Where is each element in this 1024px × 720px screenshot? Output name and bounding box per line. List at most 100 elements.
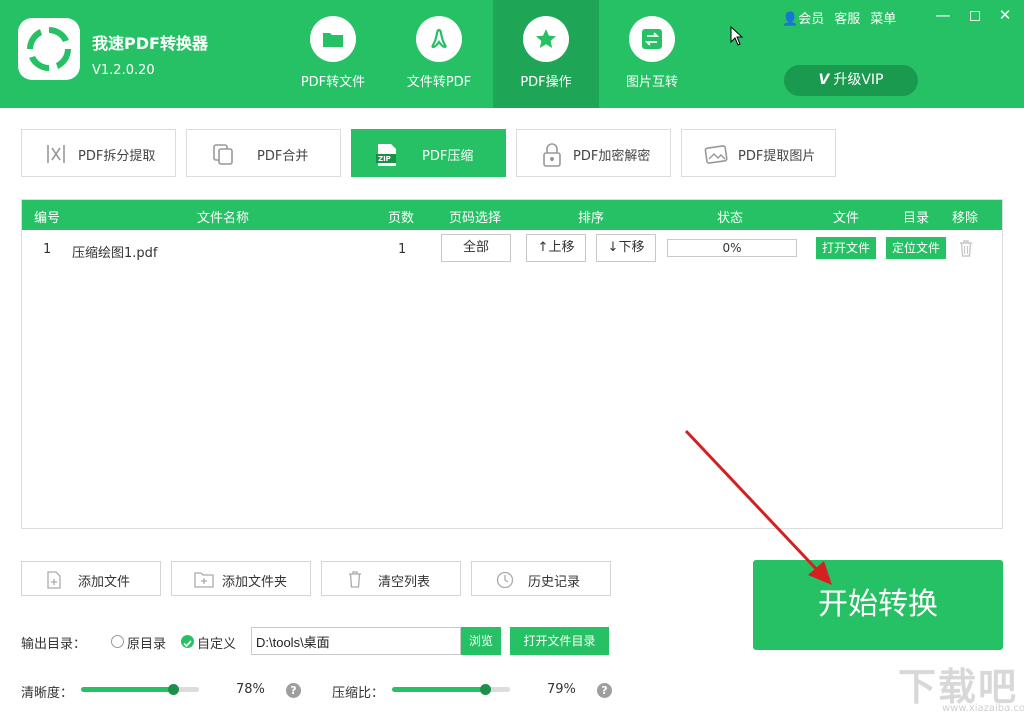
close-icon[interactable]: ✕ (996, 6, 1014, 24)
watermark-url: www.xiazaiba.com (942, 703, 1024, 714)
add-file-button[interactable]: 添加文件 (21, 561, 161, 596)
radio-original-dir[interactable] (111, 635, 124, 648)
app-title: 我速PDF转换器 (92, 34, 208, 53)
star-icon (523, 16, 569, 62)
merge-icon (213, 144, 233, 165)
compression-label: 压缩比： (332, 686, 385, 701)
swap-icon (629, 16, 675, 62)
minimize-icon[interactable]: — (934, 6, 952, 24)
tab-label: PDF操作 (520, 75, 572, 90)
upgrade-vip-button[interactable]: V 升级VIP (784, 65, 918, 96)
col-index: 编号 (34, 211, 61, 226)
tool-label: PDF提取图片 (738, 149, 816, 164)
col-remove: 移除 (952, 211, 979, 226)
zip-icon-text: ZIP (378, 155, 391, 163)
folder-icon (310, 16, 356, 62)
tool-pdf-split[interactable]: PDF拆分提取 (21, 129, 176, 177)
clock-icon (496, 571, 514, 589)
clear-list-button[interactable]: 清空列表 (321, 561, 461, 596)
file-table: 编号 文件名称 页数 页码选择 排序 状态 文件 目录 移除 1 压缩绘图1.p… (21, 199, 1003, 529)
vip-badge: V (818, 72, 830, 88)
move-up-button[interactable]: ↑上移 (526, 234, 586, 262)
member-link[interactable]: 👤会员 (782, 8, 824, 27)
action-label: 添加文件 (78, 575, 131, 590)
table-row: 1 压缩绘图1.pdf 1 全部 ↑上移 ↓下移 0% 打开文件 定位文件 (22, 230, 1002, 270)
member-label: 会员 (798, 12, 825, 27)
col-pages: 页数 (388, 211, 415, 226)
add-file-icon (47, 571, 61, 589)
clarity-slider[interactable] (81, 684, 199, 695)
status-progress: 0% (667, 239, 797, 257)
history-button[interactable]: 历史记录 (471, 561, 611, 596)
tool-pdf-merge[interactable]: PDF合并 (186, 129, 341, 177)
action-label: 历史记录 (528, 575, 581, 590)
add-folder-button[interactable]: 添加文件夹 (171, 561, 311, 596)
tab-pdf-operations[interactable]: PDF操作 (493, 0, 599, 108)
site-watermark: 下载吧 www.xiazaiba.com (898, 656, 1024, 718)
radio-custom-dir[interactable] (181, 635, 194, 648)
trash-icon[interactable] (959, 240, 973, 257)
red-arrow-annotation (684, 429, 832, 585)
row-filename: 压缩绘图1.pdf (72, 246, 158, 261)
service-link[interactable]: 客服 (834, 8, 860, 27)
action-label: 添加文件夹 (222, 575, 288, 590)
tool-label: PDF加密解密 (573, 149, 651, 164)
slider-fill (81, 687, 174, 692)
tool-label: PDF拆分提取 (78, 149, 156, 164)
tab-pdf-to-file[interactable]: PDF转文件 (280, 0, 386, 108)
tab-label: 图片互转 (625, 75, 678, 90)
tab-label: 文件转PDF (406, 75, 472, 90)
locate-file-button[interactable]: 定位文件 (886, 237, 946, 259)
acrobat-icon (416, 16, 462, 62)
split-icon (47, 145, 65, 163)
open-file-button[interactable]: 打开文件 (816, 237, 876, 259)
slider-handle[interactable] (168, 684, 180, 695)
browse-button[interactable]: 浏览 (461, 627, 501, 655)
table-header: 编号 文件名称 页数 页码选择 排序 状态 文件 目录 移除 (22, 200, 1002, 230)
col-order: 排序 (578, 211, 605, 226)
col-folder: 目录 (903, 211, 930, 226)
tab-image-convert[interactable]: 图片互转 (599, 0, 705, 108)
col-status: 状态 (717, 211, 744, 226)
clarity-label: 清晰度： (21, 686, 74, 701)
clarity-value: 78% (236, 682, 265, 697)
app-logo (18, 18, 80, 80)
help-icon[interactable]: ? (597, 683, 612, 698)
compression-value: 79% (547, 682, 576, 697)
help-icon[interactable]: ? (286, 683, 301, 698)
tab-file-to-pdf[interactable]: 文件转PDF (386, 0, 492, 108)
tool-pdf-compress[interactable]: ZIP PDF压缩 (351, 129, 506, 177)
check-icon (183, 640, 192, 648)
open-output-folder-button[interactable]: 打开文件目录 (510, 627, 609, 655)
col-page-select: 页码选择 (449, 211, 502, 226)
tab-label: PDF转文件 (300, 75, 366, 90)
tool-pdf-extract-images[interactable]: PDF提取图片 (681, 129, 836, 177)
tool-label: PDF合并 (257, 149, 309, 164)
top-links: 👤会员 客服 菜单 (782, 8, 896, 27)
slider-handle[interactable] (480, 684, 492, 695)
output-path-input[interactable] (251, 627, 461, 655)
compression-slider[interactable] (392, 684, 510, 695)
trash-icon (349, 571, 361, 588)
col-filename: 文件名称 (197, 211, 250, 226)
move-down-button[interactable]: ↓下移 (596, 234, 656, 262)
maximize-icon[interactable]: ◻ (966, 6, 984, 24)
add-folder-icon (194, 572, 214, 588)
tool-pdf-encrypt[interactable]: PDF加密解密 (516, 129, 671, 177)
app-version: V1.2.0.20 (92, 63, 155, 78)
vip-label: 升级VIP (833, 72, 884, 88)
header-bar: 我速PDF转换器 V1.2.0.20 PDF转文件 文件转PDF PDF操作 图… (0, 0, 1024, 108)
tool-label: PDF压缩 (422, 149, 474, 164)
radio-original-label: 原目录 (127, 637, 167, 652)
output-dir-label: 输出目录： (21, 637, 87, 652)
row-index: 1 (43, 242, 52, 257)
page-select-button[interactable]: 全部 (441, 234, 511, 262)
slider-fill (392, 687, 486, 692)
col-file: 文件 (833, 211, 860, 226)
action-label: 清空列表 (378, 575, 431, 590)
menu-link[interactable]: 菜单 (870, 8, 896, 27)
row-pages: 1 (398, 242, 407, 257)
image-icon (704, 145, 728, 164)
mouse-cursor-icon (730, 26, 744, 46)
radio-custom-label: 自定义 (197, 637, 237, 652)
